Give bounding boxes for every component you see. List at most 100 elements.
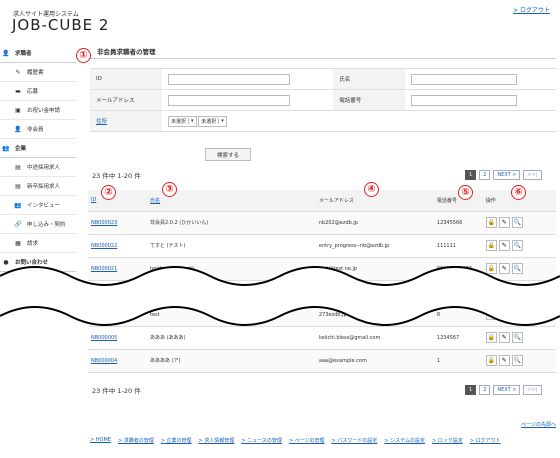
pencil-icon: ✎	[501, 357, 507, 364]
row-id-link[interactable]: NB000023	[91, 220, 117, 226]
pencil-icon: ✎	[501, 242, 507, 249]
sidebar-item[interactable]: ▤ 中途採用求人	[0, 158, 76, 177]
lock-icon: 🔒	[487, 242, 495, 249]
row-name: 非会員2.0.2 (ひかいいん)	[147, 211, 316, 235]
pencil-icon: ✎	[15, 68, 21, 76]
sidebar-item[interactable]: ▦ 請求	[0, 234, 76, 253]
footer-link[interactable]: > ニュースの管理	[241, 437, 282, 444]
column-header-label[interactable]: ID	[91, 197, 96, 203]
sidebar-item-label: 請求	[27, 241, 39, 247]
lock-icon: 🔒	[487, 219, 495, 226]
column-header-label: 電話番号	[436, 197, 457, 204]
column-header-label[interactable]: 氏名	[150, 198, 160, 204]
lock-button[interactable]: 🔒	[485, 355, 497, 366]
row-name: てすと (テスト)	[147, 234, 316, 258]
people-icon: 👥	[14, 201, 22, 209]
search-icon: 🔍	[513, 242, 521, 249]
search-button[interactable]: 🔍	[511, 240, 523, 251]
sidebar-item[interactable]: ✎ 履歴書	[0, 63, 76, 82]
table-row: NB000023 非会員2.0.2 (ひかいいん) nb202@ezdb.jp 123…	[88, 211, 556, 235]
page-link[interactable]: 1	[465, 385, 477, 395]
list-icon: ▦	[15, 239, 21, 247]
sidebar: 👤 求職者 ✎ 履歴書 ▬ 応募 ▣ お祝い金申請 👤 非会員 👥 企業 ▤ 中途採用求人 ▤ 新卒採用求人 👥…	[0, 44, 76, 291]
sidebar-item-label: 企業	[15, 146, 27, 152]
sidebar-item-label: 求職者	[15, 51, 32, 57]
sidebar-item[interactable]: ▬ 応募	[0, 82, 76, 101]
marker-2: ②	[101, 185, 116, 200]
search-button[interactable]: 🔍	[511, 355, 523, 366]
column-header-label: メールアドレス	[318, 197, 354, 204]
person-icon: 👤	[2, 49, 10, 57]
column-header-label: 操作	[485, 197, 496, 204]
row-actions: 🔒 ✎ 🔍	[485, 240, 553, 251]
sidebar-item[interactable]: 👥 インタビュー	[0, 196, 76, 215]
footer-link[interactable]: > ログアウト	[470, 437, 501, 444]
footer-link[interactable]: > システムの設定	[384, 437, 425, 444]
row-email: entry_progress--nb@ezdb.jp	[315, 234, 434, 258]
sidebar-item-label: 応募	[27, 89, 39, 95]
footer-link[interactable]: > 求職者の管理	[118, 437, 154, 444]
lock-button[interactable]: 🔒	[485, 217, 497, 228]
link-icon: 🔗	[14, 220, 22, 228]
marker-4: ④	[364, 182, 379, 197]
marker-5: ⑤	[458, 185, 473, 200]
page-link[interactable]: NEXT >	[493, 385, 521, 395]
lock-icon: 🔒	[487, 357, 495, 364]
page-link[interactable]: >>|	[523, 385, 542, 395]
row-phone: 12345566	[433, 211, 483, 235]
row-actions: 🔒 ✎ 🔍	[485, 355, 553, 366]
sidebar-item[interactable]: 🔗 申し込み・契約	[0, 215, 76, 234]
footer-link[interactable]: > 企業の管理	[161, 437, 192, 444]
pencil-button[interactable]: ✎	[498, 355, 510, 366]
column-header[interactable]: ID	[88, 190, 147, 212]
marker-1: ①	[76, 48, 91, 63]
sidebar-item-label: インタビュー	[27, 203, 61, 209]
wavy-cut-divider	[0, 266, 560, 326]
sidebar-item[interactable]: 👤 求職者	[0, 44, 76, 63]
sidebar-item-label: 履歴書	[27, 70, 44, 76]
document-icon: ▤	[15, 163, 21, 171]
sidebar-item[interactable]: ▤ 新卒採用求人	[0, 177, 76, 196]
people-icon: 👥	[2, 144, 10, 152]
row-name: ああああ (ア)	[147, 349, 316, 373]
sidebar-item[interactable]: 👥 企業	[0, 139, 76, 158]
sidebar-item-label: お祝い金申請	[27, 108, 61, 114]
table-row: NB000004 ああああ (ア) aaa@example.com 1 🔒 ✎ 🔍	[88, 349, 556, 373]
search-icon: 🔍	[513, 357, 521, 364]
row-phone: 111111	[433, 234, 483, 258]
page-link[interactable]: 2	[479, 385, 491, 395]
back-to-top-link[interactable]: ページの先頭へ	[521, 421, 556, 428]
sidebar-item-label: 申し込み・契約	[27, 222, 66, 228]
pencil-button[interactable]: ✎	[498, 240, 510, 251]
pencil-icon: ✎	[501, 219, 507, 226]
footer-link[interactable]: > 求人情報管理	[199, 437, 235, 444]
person-icon: 👤	[14, 125, 22, 133]
footer-link[interactable]: > パスワードの設定	[332, 437, 378, 444]
folder-icon: ▬	[15, 87, 21, 95]
search-icon: 🔍	[513, 219, 521, 226]
row-email: nb202@ezdb.jp	[315, 211, 434, 235]
sidebar-item-label: 中途採用求人	[27, 165, 61, 171]
row-actions: 🔒 ✎ 🔍	[485, 217, 553, 228]
marker-6: ⑥	[511, 185, 526, 200]
footer-link[interactable]: > HOME	[90, 437, 111, 444]
sidebar-item-label: 非会員	[27, 127, 44, 133]
sidebar-item[interactable]: ▣ お祝い金申請	[0, 101, 76, 120]
row-id-link[interactable]: NB000004	[91, 358, 117, 364]
footer-link[interactable]: > ロック設定	[432, 437, 463, 444]
sidebar-item-label: 新卒採用求人	[27, 184, 61, 190]
row-phone: 1	[433, 349, 483, 373]
result-count-bottom: 23 件中 1-20 件	[92, 387, 141, 395]
pagination-bottom: 1 2 NEXT > >>|	[465, 385, 542, 395]
table-row: NB000022 てすと (テスト) entry_progress--nb@ezdb…	[88, 234, 556, 258]
marker-3: ③	[162, 182, 177, 197]
lock-button[interactable]: 🔒	[485, 240, 497, 251]
footer-link[interactable]: > ページの管理	[289, 437, 325, 444]
search-button[interactable]: 🔍	[511, 217, 523, 228]
row-email: aaa@example.com	[315, 349, 434, 373]
pencil-button[interactable]: ✎	[498, 217, 510, 228]
row-id-link[interactable]: NB000022	[91, 243, 117, 249]
sidebar-item[interactable]: 👤 非会員	[0, 120, 76, 139]
footer-nav: > HOME > 求職者の管理 > 企業の管理 > 求人情報管理 > ニュースの管理 > …	[90, 437, 556, 444]
gift-icon: ▣	[15, 106, 21, 114]
